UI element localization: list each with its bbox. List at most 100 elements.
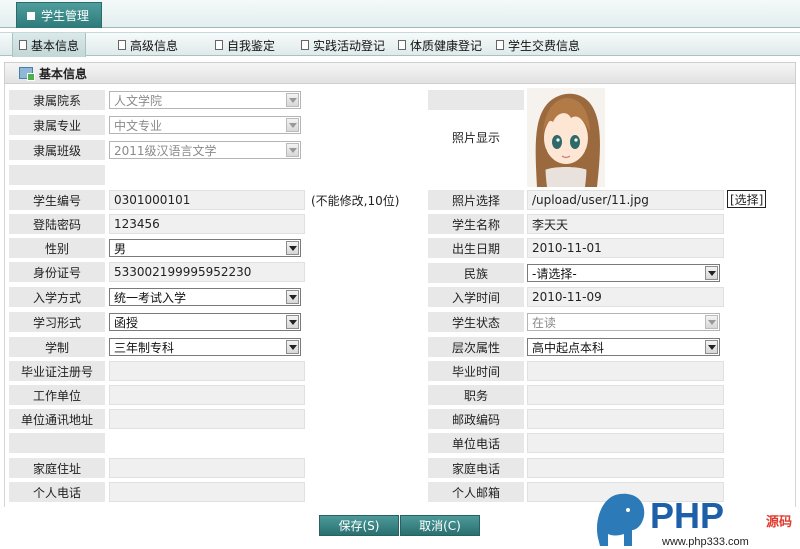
status-select-value: 在读 [532, 315, 557, 330]
cert-no-label: 毕业证注册号 [9, 361, 105, 381]
student-no-label: 学生编号 [9, 190, 105, 210]
birth-date-label: 出生日期 [428, 238, 524, 258]
id-card-label: 身份证号 [9, 262, 105, 282]
nav-item-label: 实践活动登记 [313, 38, 386, 53]
chevron-down-icon [286, 118, 299, 132]
logo-url-text: www.php333.com [661, 536, 749, 548]
employer-address-label: 单位通讯地址 [9, 409, 105, 429]
elephant-logo-icon: PHP 源码 www.php333.com [596, 493, 792, 548]
password-field[interactable]: 123456 [109, 214, 305, 234]
study-form-label: 学习形式 [9, 312, 105, 332]
logo-brand-text: PHP [650, 495, 724, 536]
home-address-label: 家庭住址 [9, 458, 105, 478]
id-card-field[interactable]: 533002199995952230 [109, 262, 305, 282]
section-header: 基本信息 [4, 62, 796, 84]
save-button[interactable]: 保存(S) [319, 515, 399, 536]
ethnicity-label: 民族 [428, 263, 524, 283]
form-icon [19, 67, 35, 81]
zip-label: 邮政编码 [428, 409, 524, 429]
major-select-value: 中文专业 [114, 118, 163, 133]
major-label: 隶属专业 [9, 115, 105, 135]
document-icon [118, 40, 126, 50]
duration-select-value: 三年制专科 [114, 340, 175, 355]
study-form-select[interactable]: 函授 [109, 313, 301, 331]
home-address-field[interactable] [109, 458, 305, 478]
document-icon [215, 40, 223, 50]
top-tab-bar: 学生管理 [0, 0, 800, 28]
empty-label-cell [428, 90, 524, 110]
ethnicity-select-value: -请选择- [532, 266, 577, 281]
nav-item-label: 高级信息 [130, 38, 179, 53]
chevron-down-icon [286, 143, 299, 157]
cert-no-field[interactable] [109, 361, 305, 381]
photo-select-label: 照片选择 [428, 190, 524, 210]
ethnicity-select[interactable]: -请选择- [527, 264, 720, 282]
position-field[interactable] [527, 385, 724, 405]
admission-select[interactable]: 统一考试入学 [109, 288, 301, 306]
anime-avatar-image [527, 88, 605, 187]
chevron-down-icon [286, 340, 299, 354]
logo-suffix-text: 源码 [766, 514, 792, 530]
grad-time-field[interactable] [527, 361, 724, 381]
tab-student-management[interactable]: 学生管理 [16, 2, 102, 28]
duration-select[interactable]: 三年制专科 [109, 338, 301, 356]
employer-field[interactable] [109, 385, 305, 405]
nav-item-basic-info[interactable]: 基本信息 [12, 33, 87, 57]
chevron-down-icon [286, 241, 299, 255]
nav-item-fee-info[interactable]: 学生交费信息 [496, 33, 580, 57]
mobile-field[interactable] [109, 482, 305, 502]
nav-item-label: 自我鉴定 [227, 38, 276, 53]
document-icon [19, 40, 27, 50]
nav-item-health-record[interactable]: 体质健康登记 [398, 33, 482, 57]
zip-field[interactable] [527, 409, 724, 429]
college-label: 隶属院系 [9, 90, 105, 110]
nav-item-advanced-info[interactable]: 高级信息 [118, 33, 178, 57]
square-icon [27, 11, 35, 20]
college-select[interactable]: 人文学院 [109, 91, 301, 109]
chevron-down-icon [286, 93, 299, 107]
photo-display-label: 照片显示 [451, 130, 500, 145]
admission-label: 入学方式 [9, 287, 105, 307]
sub-nav: 基本信息 高级信息 自我鉴定 实践活动登记 体质健康登记 学生交费信息 [0, 32, 800, 57]
employer-label: 工作单位 [9, 385, 105, 405]
status-select[interactable]: 在读 [527, 313, 720, 331]
position-label: 职务 [428, 385, 524, 405]
home-phone-label: 家庭电话 [428, 458, 524, 478]
employer-address-field[interactable] [109, 409, 305, 429]
class-select[interactable]: 2011级汉语言文学 [109, 141, 301, 159]
employer-phone-label: 单位电话 [428, 433, 524, 453]
student-no-field[interactable]: 0301000101 [109, 190, 305, 210]
employer-phone-field[interactable] [527, 433, 724, 453]
study-form-select-value: 函授 [114, 315, 139, 330]
admission-select-value: 统一考试入学 [114, 290, 187, 305]
birth-date-field[interactable]: 2010-11-01 [527, 238, 724, 258]
document-icon [398, 40, 406, 50]
grad-time-label: 毕业时间 [428, 361, 524, 381]
photo-path-field[interactable]: /upload/user/11.jpg [527, 190, 724, 210]
nav-item-self-evaluation[interactable]: 自我鉴定 [215, 33, 275, 57]
empty-label-cell [9, 165, 105, 185]
gender-label: 性别 [9, 238, 105, 258]
site-watermark-logo: PHP 源码 www.php333.com [592, 490, 800, 549]
nav-item-label: 基本信息 [31, 38, 80, 53]
class-label: 隶属班级 [9, 140, 105, 160]
gender-select-value: 男 [114, 241, 127, 256]
nav-item-practice-activity[interactable]: 实践活动登记 [301, 33, 385, 57]
college-select-value: 人文学院 [114, 93, 163, 108]
level-select[interactable]: 高中起点本科 [527, 338, 720, 356]
photo-select-button[interactable]: [选择] [727, 190, 767, 208]
enroll-date-field[interactable]: 2010-11-09 [527, 287, 724, 307]
home-phone-field[interactable] [527, 458, 724, 478]
student-photo [527, 88, 605, 187]
name-label: 学生名称 [428, 214, 524, 234]
chevron-down-icon [705, 266, 718, 280]
cancel-button[interactable]: 取消(C) [400, 515, 480, 536]
enroll-date-label: 入学时间 [428, 287, 524, 307]
nav-item-label: 体质健康登记 [410, 38, 483, 53]
gender-select[interactable]: 男 [109, 239, 301, 257]
name-field[interactable]: 李天天 [527, 214, 724, 234]
document-icon [496, 40, 504, 50]
chevron-down-icon [705, 315, 718, 329]
duration-label: 学制 [9, 337, 105, 357]
major-select[interactable]: 中文专业 [109, 116, 301, 134]
